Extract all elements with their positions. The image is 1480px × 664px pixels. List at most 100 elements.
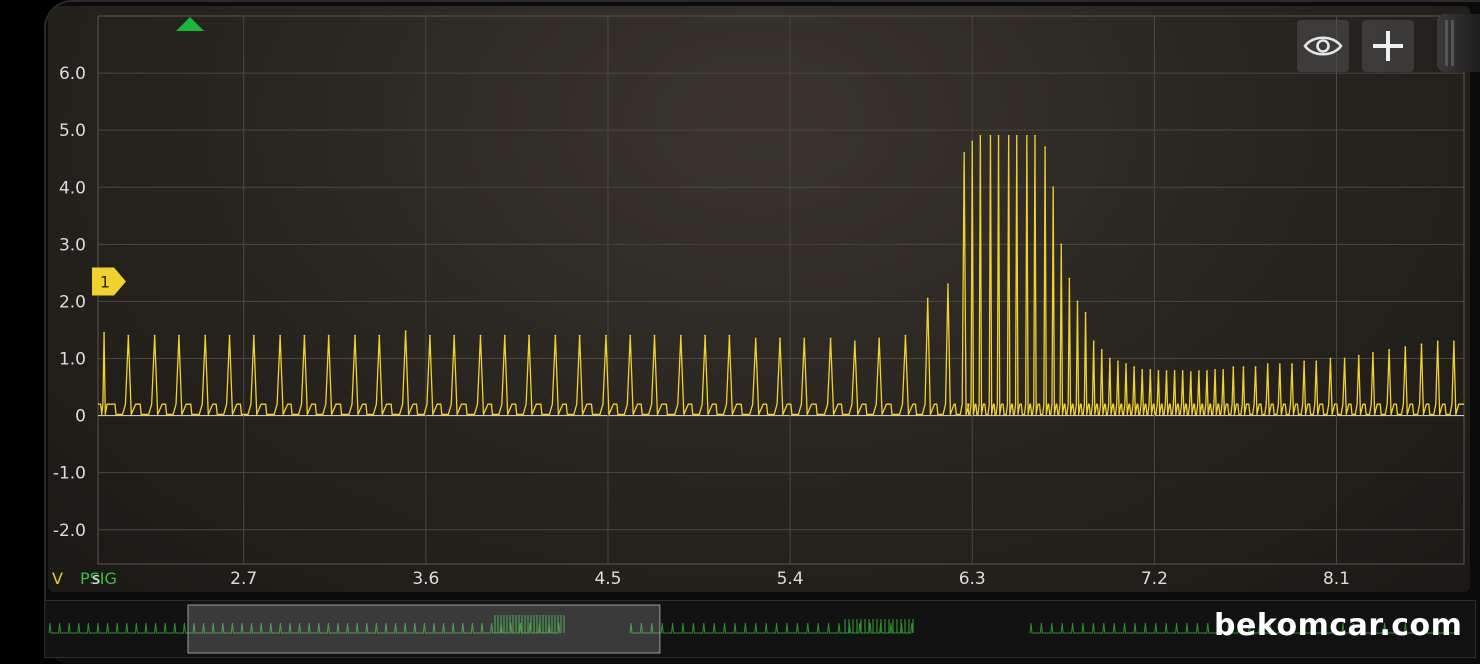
y-tick-label: 3.0 — [59, 235, 86, 255]
pulse-peak-point — [479, 334, 482, 337]
pulse-peak-point — [503, 334, 506, 337]
pulse-peak-point — [853, 340, 856, 343]
pulse-peak-point — [204, 334, 207, 337]
pulse-peak-point — [178, 334, 180, 337]
pulse-peak-point — [1404, 346, 1407, 348]
pulse-peak-point — [1117, 360, 1119, 363]
eye-icon — [1303, 36, 1343, 56]
pulse-peak-point — [1357, 354, 1360, 357]
grip-icon — [1445, 20, 1454, 66]
pulse-peak-point — [754, 337, 757, 340]
pulse-peak-point — [1015, 134, 1018, 137]
pulse-peak-point — [1076, 300, 1079, 303]
plot-border — [97, 15, 1465, 565]
x-tick-label: 2.7 — [230, 569, 257, 589]
x-unit-label: s — [92, 569, 100, 588]
x-tick-label: 5.4 — [777, 569, 804, 589]
pulse-peak-point — [127, 334, 130, 337]
x-tick-label: 3.6 — [412, 569, 439, 589]
side-panel-handle[interactable] — [1437, 14, 1480, 72]
pulse-peak-point — [947, 283, 949, 286]
y-tick-label: 2.0 — [59, 292, 86, 312]
pulse-peak-point — [1068, 277, 1071, 280]
watermark: bekomcar.com — [1214, 608, 1463, 643]
pulse-peak-point — [1214, 369, 1216, 371]
y-tick-label: 6.0 — [59, 64, 86, 84]
waveform-plot[interactable]: 6.0 5.0 4.0 3.0 2.0 1.0 0 -1.0 -2.0 2.7 3.6 4.5 5.4 6… — [48, 6, 1470, 592]
pulse-peak-point — [1436, 340, 1439, 343]
pulse-peak-point — [1157, 370, 1160, 372]
pulse-peak-point — [252, 334, 255, 337]
pulse-peak-point — [1108, 357, 1111, 360]
pulse-peak-point — [1206, 370, 1208, 372]
pulse-peak-point — [554, 334, 557, 337]
pulse-peak-point — [578, 334, 581, 337]
pulse-peak-point — [378, 334, 381, 337]
pulse-peak-point — [528, 334, 530, 337]
plus-icon — [1373, 31, 1403, 61]
y-tick-label: 0 — [75, 407, 86, 427]
pulse-peak-point — [1303, 360, 1306, 363]
x-tick-label: 7.2 — [1141, 569, 1168, 589]
pulse-peak-point — [1052, 186, 1055, 189]
channel-1-marker[interactable]: 1 — [92, 267, 126, 296]
pulse-peak-point — [1165, 370, 1168, 372]
y-tick-label: -1.0 — [53, 464, 86, 484]
y-tick-label: -2.0 — [53, 521, 86, 541]
y-tick-label: 5.0 — [59, 121, 86, 141]
pulse-peak-point — [997, 134, 1000, 137]
pulse-peak-point — [428, 334, 431, 337]
pulse-peak-point — [1034, 134, 1036, 137]
add-channel-button[interactable] — [1362, 20, 1414, 72]
pulse-peak-point — [679, 334, 682, 337]
pulse-peak-point — [1133, 366, 1136, 368]
pulse-peak-point — [1242, 366, 1245, 368]
trigger-marker-icon[interactable] — [176, 17, 204, 31]
pulse-peak-point — [1420, 343, 1423, 346]
pulse-peak-point — [354, 334, 356, 337]
pulse-peak-point — [1125, 363, 1127, 366]
pulse-peak-point — [878, 337, 881, 340]
pulse-peak-point — [1232, 366, 1235, 368]
pulse-peak-point — [904, 334, 907, 337]
pulse-peak-point — [1100, 349, 1103, 351]
pulse-peak-point — [303, 334, 306, 337]
pulse-peak-point — [1149, 369, 1152, 371]
pulse-peak-point — [1189, 371, 1192, 374]
pulse-peak-point — [989, 134, 992, 137]
pulse-peak-point — [228, 334, 231, 337]
pulse-peak-point — [1315, 360, 1318, 363]
pulse-peak-point — [1025, 134, 1028, 137]
x-tick-label: 4.5 — [594, 569, 621, 589]
channel-marker-label: 1 — [100, 272, 110, 291]
pulse-peak-point — [1141, 369, 1144, 371]
pulse-peak-point — [704, 334, 707, 337]
pulse-peak-point — [779, 337, 781, 340]
visibility-toggle-button[interactable] — [1297, 20, 1349, 72]
pulse-peak-point — [1388, 349, 1391, 351]
pulse-peak-point — [153, 334, 156, 337]
pulse-peak-point — [279, 334, 282, 337]
pulse-peak-point — [728, 334, 731, 337]
pulse-peak-point — [979, 134, 982, 137]
overview-selection-window[interactable] — [187, 604, 661, 654]
pulse-peak-point — [1329, 357, 1332, 360]
pulse-peak-point — [1181, 370, 1184, 372]
y-tick-label: 1.0 — [59, 350, 86, 370]
x-tick-label: 8.1 — [1323, 569, 1350, 589]
pulse-peak-point — [1060, 243, 1063, 246]
psig-waveform[interactable] — [98, 135, 1464, 416]
pulse-peak-point — [1372, 351, 1374, 354]
pulse-peak-point — [1266, 363, 1269, 366]
pulse-peak-point — [1044, 146, 1046, 149]
pulse-peak-point — [1222, 369, 1225, 371]
pulse-peak-point — [1343, 357, 1346, 360]
pulse-peak-point — [103, 331, 105, 334]
pulse-peak-point — [1291, 363, 1293, 366]
y-unit-label: V — [52, 569, 63, 588]
x-tick-label: 6.3 — [959, 569, 986, 589]
oscilloscope-panel[interactable]: 6.0 5.0 4.0 3.0 2.0 1.0 0 -1.0 -2.0 2.7 3.6 4.5 5.4 6… — [48, 6, 1470, 592]
pulse-peak-point — [1092, 340, 1095, 343]
pulse-peak-point — [1254, 366, 1257, 368]
pulse-peak-point — [971, 140, 974, 143]
